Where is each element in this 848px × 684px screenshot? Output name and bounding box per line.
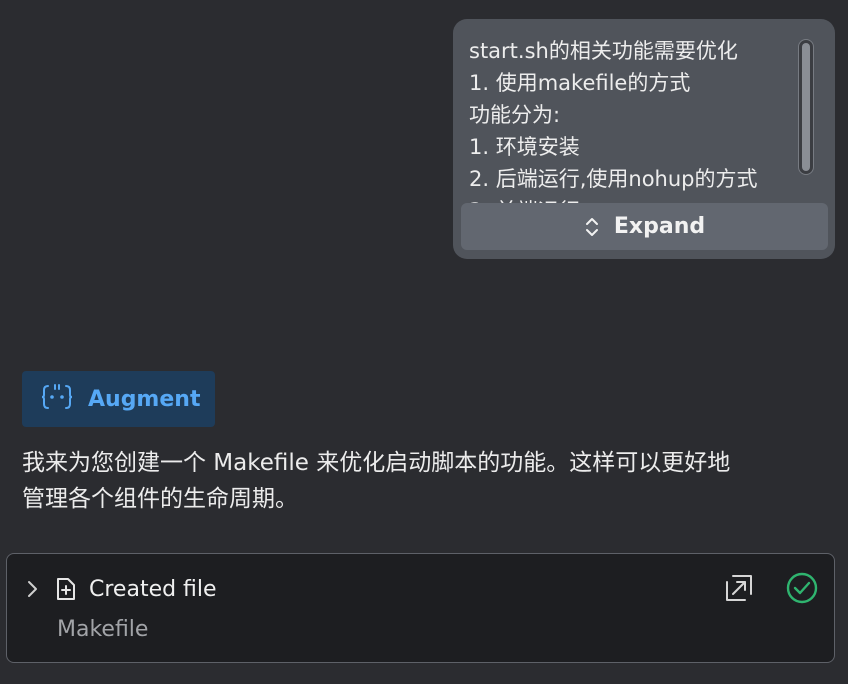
chevron-up-down-icon	[584, 216, 600, 238]
user-message-line: 功能分为:	[469, 103, 561, 127]
user-message-line: 1. 使用makefile的方式	[469, 71, 691, 95]
user-message-text: start.sh的相关功能需要优化 1. 使用makefile的方式 功能分为:…	[469, 35, 799, 211]
user-message-line: start.sh的相关功能需要优化	[469, 39, 738, 63]
chevron-right-icon[interactable]	[23, 578, 41, 604]
file-name[interactable]: Makefile	[57, 616, 148, 644]
file-action-label: Created file	[89, 577, 217, 602]
check-circle-icon	[785, 571, 819, 609]
assistant-name: Augment	[88, 386, 201, 412]
expand-label: Expand	[613, 214, 706, 239]
user-message-line: 1. 环境安装	[469, 135, 580, 159]
scrollbar-thumb[interactable]	[802, 43, 810, 171]
assistant-message-line: 管理各个组件的生命周期。	[22, 486, 298, 512]
message-scrollbar[interactable]	[798, 39, 814, 175]
open-external-icon[interactable]	[723, 572, 755, 604]
user-message-bubble: start.sh的相关功能需要优化 1. 使用makefile的方式 功能分为:…	[453, 19, 835, 259]
assistant-message: 我来为您创建一个 Makefile 来优化启动脚本的功能。这样可以更好地 管理各…	[22, 445, 822, 517]
assistant-message-line: 我来为您创建一个 Makefile 来优化启动脚本的功能。这样可以更好地	[22, 450, 731, 476]
assistant-badge: Augment	[22, 371, 215, 427]
augment-logo-icon	[40, 382, 74, 416]
created-file-card[interactable]: Created file Makefile	[6, 553, 835, 663]
expand-button[interactable]: Expand	[461, 203, 828, 250]
user-message-line: 2. 后端运行,使用nohup的方式	[469, 167, 758, 191]
